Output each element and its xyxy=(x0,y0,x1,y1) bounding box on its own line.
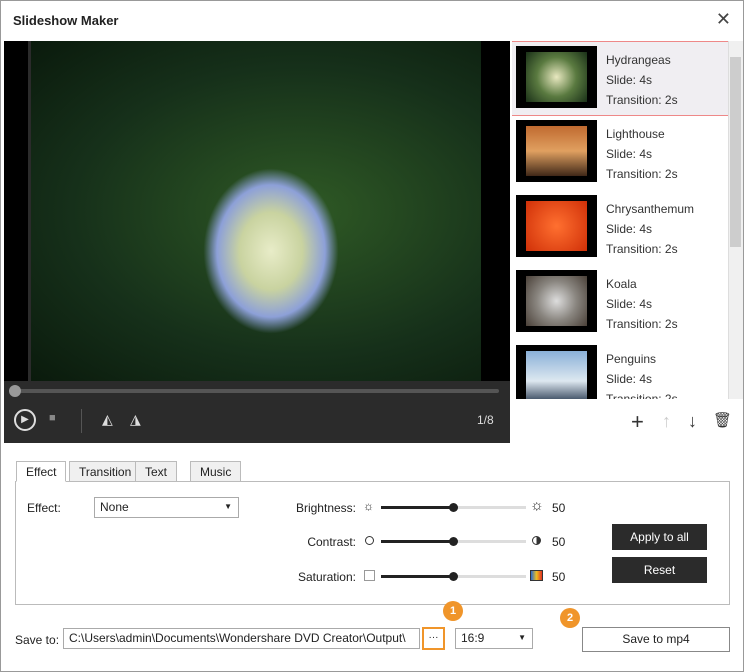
slide-thumbnail xyxy=(516,195,597,257)
brightness-label: Brightness: xyxy=(295,501,356,515)
apply-to-all-button[interactable]: Apply to all xyxy=(612,524,707,550)
transition-duration: Transition: 2s xyxy=(606,317,678,331)
tab-transition[interactable]: Transition xyxy=(69,461,142,482)
progress-slider[interactable] xyxy=(15,389,499,393)
aspect-ratio-select[interactable]: 16:9 ▼ xyxy=(455,628,533,649)
step-badge-2: 2 xyxy=(560,608,580,628)
window-title: Slideshow Maker xyxy=(13,13,119,28)
slide-item[interactable]: Lighthouse Slide: 4s Transition: 2s xyxy=(512,116,728,191)
browse-button[interactable]: ··· xyxy=(422,627,445,650)
save-to-label: Save to: xyxy=(15,633,60,647)
preview-area xyxy=(4,41,510,443)
contrast-value: 50 xyxy=(552,535,566,549)
slide-duration: Slide: 4s xyxy=(606,222,653,236)
saturation-low-icon xyxy=(364,570,375,581)
tab-music[interactable]: Music xyxy=(190,461,242,482)
contrast-label: Contrast: xyxy=(307,535,356,549)
contrast-low-icon xyxy=(365,536,374,545)
slide-item[interactable]: Koala Slide: 4s Transition: 2s xyxy=(512,266,728,341)
aspect-ratio-value: 16:9 xyxy=(461,631,485,645)
reset-button[interactable]: Reset xyxy=(612,557,707,583)
saturation-high-icon xyxy=(530,570,543,581)
slide-duration: Slide: 4s xyxy=(606,297,653,311)
save-path-input[interactable]: C:\Users\admin\Documents\Wondershare DVD… xyxy=(63,628,420,649)
brightness-high-icon: ☼ xyxy=(530,497,544,514)
preview-image xyxy=(31,41,481,381)
slide-duration: Slide: 4s xyxy=(606,73,653,87)
letterbox-right xyxy=(481,41,510,381)
slide-counter: 1/8 xyxy=(477,413,494,427)
slide-name: Koala xyxy=(606,277,637,291)
save-to-mp4-button[interactable]: Save to mp4 xyxy=(582,627,730,652)
divider xyxy=(81,409,82,433)
progress-knob[interactable] xyxy=(9,385,21,397)
effect-select[interactable]: None ▼ xyxy=(94,497,239,518)
slide-name: Lighthouse xyxy=(606,127,665,141)
letterbox-left xyxy=(4,41,28,381)
rotate-left-icon[interactable]: ◭ xyxy=(102,411,113,428)
tab-effect[interactable]: Effect xyxy=(16,461,67,482)
slide-item[interactable]: Penguins Slide: 4s Transition: 2s xyxy=(512,341,728,399)
slide-thumbnail xyxy=(516,270,597,332)
slide-thumbnail xyxy=(516,345,597,399)
saturation-label: Saturation: xyxy=(297,570,356,584)
slide-duration: Slide: 4s xyxy=(606,372,653,386)
effect-label: Effect: xyxy=(27,501,61,515)
slide-duration: Slide: 4s xyxy=(606,147,653,161)
stop-button[interactable]: ■ xyxy=(49,412,56,424)
transition-duration: Transition: 2s xyxy=(606,93,678,107)
brightness-slider[interactable] xyxy=(381,503,526,512)
step-badge-1: 1 xyxy=(443,601,463,621)
slide-list: Hydrangeas Slide: 4s Transition: 2s Lighth… xyxy=(512,41,728,399)
slide-name: Penguins xyxy=(606,352,657,366)
effect-value: None xyxy=(100,500,129,514)
tab-text[interactable]: Text xyxy=(135,461,178,482)
contrast-slider[interactable] xyxy=(381,537,526,546)
transition-duration: Transition: 2s xyxy=(606,392,678,399)
scrollbar-thumb[interactable] xyxy=(730,57,741,247)
rotate-right-icon[interactable]: ◮ xyxy=(130,411,141,428)
brightness-value: 50 xyxy=(552,501,566,515)
slide-thumbnail xyxy=(516,46,597,108)
contrast-high-icon xyxy=(532,536,541,545)
close-icon[interactable]: ✕ xyxy=(716,9,731,30)
brightness-low-icon: ☼ xyxy=(363,499,374,513)
add-icon[interactable]: + xyxy=(631,409,644,435)
play-button[interactable]: ▶ xyxy=(14,409,36,431)
transition-duration: Transition: 2s xyxy=(606,167,678,181)
slide-item[interactable]: Hydrangeas Slide: 4s Transition: 2s xyxy=(512,41,728,116)
delete-icon[interactable]: 🗑 xyxy=(713,411,732,429)
slide-name: Chrysanthemum xyxy=(606,202,695,216)
saturation-value: 50 xyxy=(552,570,566,584)
saturation-slider[interactable] xyxy=(381,572,526,581)
move-up-icon[interactable]: ↑ xyxy=(662,411,671,432)
slide-item[interactable]: Chrysanthemum Slide: 4s Transition: 2s xyxy=(512,191,728,266)
slide-thumbnail xyxy=(516,120,597,182)
move-down-icon[interactable]: ↓ xyxy=(688,411,697,432)
transition-duration: Transition: 2s xyxy=(606,242,678,256)
slide-name: Hydrangeas xyxy=(606,53,671,67)
